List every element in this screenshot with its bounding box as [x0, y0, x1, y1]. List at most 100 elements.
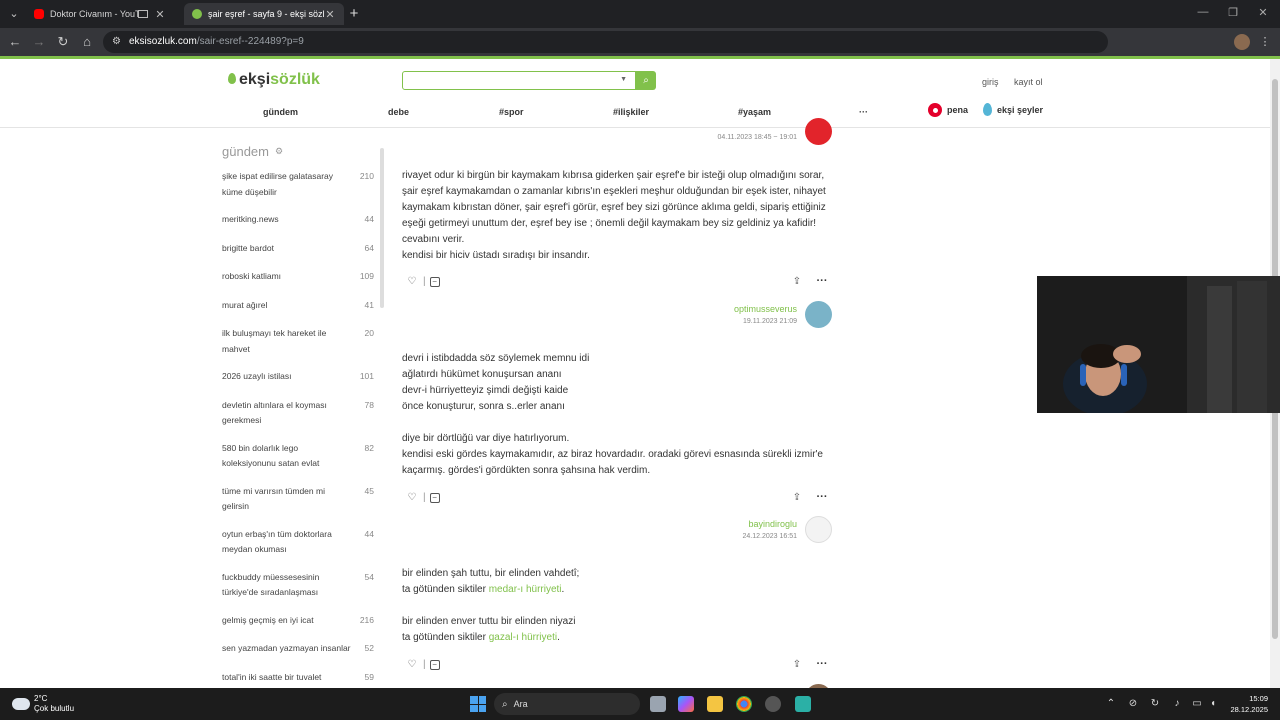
entry-date[interactable]: 24.12.2023 16:51 — [743, 533, 798, 540]
browser-toolbar: ← → ↻ ⌂ ⚙ eksisozluk.com/sair-esref--224… — [0, 28, 1280, 76]
notepad-icon[interactable] — [795, 696, 811, 712]
share-icon[interactable]: ⇪ — [791, 492, 803, 503]
avatar[interactable] — [805, 118, 832, 145]
sidebar-topic[interactable]: 2026 uzaylı istilası 101 — [222, 369, 374, 385]
dislike-icon[interactable]: − — [429, 659, 440, 670]
menu-kebab-icon[interactable]: ⋮ — [1258, 35, 1272, 49]
app-icon[interactable] — [765, 696, 781, 712]
divider: | — [423, 276, 426, 287]
more-options-icon[interactable]: ··· — [815, 491, 829, 503]
sidebar-topic-count: 216 — [359, 614, 374, 625]
bkz-link[interactable]: gazal-ı hürriyeti — [489, 632, 557, 643]
task-view-icon[interactable] — [650, 696, 666, 712]
sidebar-topic[interactable]: murat ağırel 41 — [222, 298, 374, 314]
sidebar-scrollbar[interactable] — [380, 148, 384, 308]
volume-icon[interactable]: ◖ — [1206, 698, 1220, 709]
sidebar-topic[interactable]: oytun erbaş'ın tüm doktorlara meydan oku… — [222, 527, 374, 558]
avatar[interactable] — [805, 301, 832, 328]
sidebar-topic-count: 78 — [364, 399, 374, 410]
search-button[interactable]: ⌕ — [636, 71, 656, 90]
sync-icon[interactable]: ↻ — [1148, 698, 1162, 709]
avatar[interactable] — [805, 516, 832, 543]
sidebar-topic[interactable]: total'in iki saatte bir tuvalet 59 — [222, 670, 374, 686]
close-icon[interactable]: ✕ — [324, 8, 336, 21]
nav-more[interactable]: ··· — [859, 107, 868, 117]
sidebar-topic[interactable]: devletin altınlara el koyması gerekmesi 7… — [222, 398, 374, 429]
sidebar-topic[interactable]: ilk buluşmayı tek hareket ile mahvet 20 — [222, 326, 374, 357]
cloud-icon — [12, 698, 30, 710]
sidebar-title-text: gündem — [222, 144, 269, 159]
sidebar-topic[interactable]: 580 bin dolarlık lego koleksiyonunu sata… — [222, 441, 374, 472]
bkz-link[interactable]: medar-ı hürriyeti — [489, 584, 562, 595]
clock-date: 28.12.2025 — [1230, 705, 1268, 714]
entry-date[interactable]: 04.11.2023 18:45 ~ 19:01 — [718, 134, 797, 141]
search-input[interactable]: ▼ — [402, 71, 636, 90]
sidebar-topic[interactable]: fuckbuddy müessesesinin türkiye'de sırad… — [222, 570, 374, 601]
entry-author[interactable]: bayindiroglu — [748, 519, 797, 529]
search-dropdown-icon[interactable]: ▼ — [620, 76, 627, 83]
weather-desc: Çok bulutlu — [34, 704, 75, 713]
sidebar-topic[interactable]: sen yazmadan yazmayan insanlar 52 — [222, 641, 374, 657]
share-icon[interactable]: ⇪ — [791, 659, 803, 670]
sidebar-topic[interactable]: brigitte bardot 64 — [222, 241, 374, 257]
more-options-icon[interactable]: ··· — [815, 275, 829, 287]
tab-eksi[interactable]: şair eşref - sayfa 9 - ekşi sözlük ✕ — [184, 3, 344, 25]
sidebar-topic-count: 82 — [364, 442, 374, 453]
nav-iliskiler[interactable]: #ilişkiler — [613, 107, 649, 117]
taskbar-search[interactable]: ⌕ Ara — [494, 693, 640, 715]
register-link[interactable]: kayıt ol — [1014, 77, 1043, 87]
tab-youtube[interactable]: Doktor Civanım - YouTube ✕ — [26, 3, 174, 25]
eksi-seyler-link[interactable]: ekşi şeyler — [983, 103, 1043, 116]
maximize-icon[interactable]: ❐ — [1226, 6, 1240, 19]
login-link[interactable]: giriş — [982, 77, 999, 87]
reload-icon[interactable]: ↻ — [55, 34, 71, 50]
chrome-icon[interactable] — [736, 696, 752, 712]
nav-debe[interactable]: debe — [388, 107, 409, 117]
new-tab-button[interactable]: + — [346, 5, 362, 22]
site-settings-icon[interactable]: ⚙ — [112, 36, 124, 48]
windows-taskbar: 2°C Çok bulutlu ⌕ Ara ⌃ ⊘ ↻ ♪ ▭ ◖ 15:09 … — [0, 688, 1280, 720]
sidebar-topic[interactable]: tüme mi varırsın tümden mi gelirsin 45 — [222, 484, 374, 515]
entry-date[interactable]: 19.11.2023 21:09 — [743, 318, 797, 325]
heart-icon[interactable]: ♡ — [405, 659, 419, 670]
address-bar[interactable]: ⚙ eksisozluk.com/sair-esref--224489?p=9 — [103, 31, 1108, 53]
sidebar-topic[interactable]: meritking.news 44 — [222, 212, 374, 228]
entry-text-part: . — [561, 584, 565, 595]
heart-icon[interactable]: ♡ — [405, 492, 419, 503]
chevron-up-icon[interactable]: ⌃ — [1104, 698, 1118, 709]
url-text[interactable]: eksisozluk.com/sair-esref--224489?p=9 — [129, 36, 304, 47]
network-icon[interactable]: ⊘ — [1126, 698, 1140, 709]
forward-icon[interactable]: → — [31, 34, 47, 50]
display-icon[interactable]: ▭ — [1190, 698, 1204, 709]
tab-list-chevron-icon[interactable]: ⌄ — [6, 6, 22, 22]
sidebar-topic[interactable]: şike ispat edilirse galatasaray küme düş… — [222, 169, 374, 200]
copilot-icon[interactable] — [678, 696, 694, 712]
start-button[interactable] — [470, 696, 486, 712]
more-options-icon[interactable]: ··· — [815, 658, 829, 670]
close-icon[interactable]: ✕ — [154, 8, 166, 21]
sidebar-topic-label: total'in iki saatte bir tuvalet — [222, 671, 322, 682]
heart-icon[interactable]: ♡ — [405, 276, 419, 287]
dislike-icon[interactable]: − — [429, 492, 440, 503]
nav-gundem[interactable]: gündem — [263, 107, 298, 117]
nav-spor[interactable]: #spor — [499, 107, 524, 117]
close-window-icon[interactable]: ✕ — [1256, 6, 1270, 19]
share-icon[interactable]: ⇪ — [791, 276, 803, 287]
system-clock[interactable]: 15:09 28.12.2025 — [1226, 693, 1268, 715]
pena-link[interactable]: pena — [928, 103, 968, 117]
minimize-icon[interactable]: — — [1196, 6, 1210, 18]
sidebar-topic[interactable]: gelmiş geçmiş en iyi icat 216 — [222, 613, 374, 629]
nav-yasam[interactable]: #yaşam — [738, 107, 771, 117]
home-icon[interactable]: ⌂ — [79, 34, 95, 50]
back-icon[interactable]: ← — [7, 34, 23, 50]
weather-widget[interactable]: 2°C Çok bulutlu — [12, 694, 74, 714]
file-explorer-icon[interactable] — [707, 696, 723, 712]
dislike-icon[interactable]: − — [429, 276, 440, 287]
profile-avatar[interactable] — [1234, 34, 1250, 50]
site-logo[interactable]: ekşisözlük — [228, 71, 320, 89]
sidebar-topic[interactable]: roboski katliamı 109 — [222, 269, 374, 285]
entry-author[interactable]: optimusseverus — [734, 304, 797, 314]
microphone-icon[interactable]: ♪ — [1170, 698, 1184, 709]
gear-icon[interactable]: ⚙ — [275, 146, 283, 157]
entry-text-part: ta götünden siktiler — [402, 584, 489, 595]
